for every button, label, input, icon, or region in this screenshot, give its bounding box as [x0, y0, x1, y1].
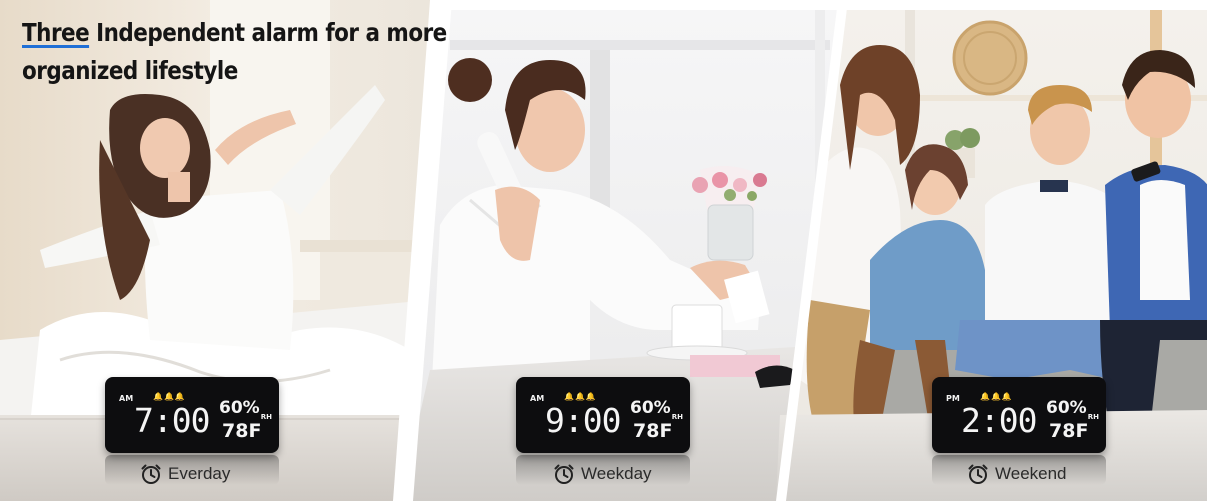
alarm-bells-icon: 🔔🔔🔔 — [980, 392, 1013, 401]
headline-line-2: organized lifestyle — [22, 56, 238, 85]
clock-time: 7:00 — [134, 401, 210, 440]
caption-everyday: Everday — [140, 461, 230, 487]
alarm-clock-icon — [968, 464, 988, 484]
clock-temperature: 78F — [222, 420, 262, 442]
alarm-clock-display-weekday: AM 🔔🔔🔔 9:00 60%RH 78F — [516, 377, 690, 453]
clock-humidity: 60%RH — [630, 398, 683, 421]
caption-weekday: Weekday — [553, 461, 652, 487]
clock-period: PM — [946, 394, 960, 403]
alarm-clock-icon — [554, 464, 574, 484]
clock-temperature: 78F — [633, 420, 673, 442]
alarm-bells-icon: 🔔🔔🔔 — [564, 392, 597, 401]
clock-temperature: 78F — [1049, 420, 1089, 442]
clock-time: 2:00 — [961, 401, 1037, 440]
clock-humidity: 60%RH — [219, 398, 272, 421]
clock-humidity: 60%RH — [1046, 398, 1099, 421]
caption-weekend: Weekend — [967, 461, 1067, 487]
alarm-bells-icon: 🔔🔔🔔 — [153, 392, 186, 401]
clock-time: 9:00 — [545, 401, 621, 440]
caption-label: Weekend — [995, 464, 1067, 483]
clock-period: AM — [530, 394, 545, 403]
product-banner: Three Independent alarm for a more organ… — [0, 0, 1211, 501]
headline-line-1-rest: Independent alarm for a more — [96, 18, 447, 47]
caption-label: Everday — [168, 464, 231, 483]
headline: Three Independent alarm for a more organ… — [22, 14, 447, 90]
caption-label: Weekday — [581, 464, 652, 483]
headline-line-1: Three Independent alarm for a more — [22, 14, 447, 52]
alarm-clock-display-weekend: PM 🔔🔔🔔 2:00 60%RH 78F — [932, 377, 1106, 453]
clock-period: AM — [119, 394, 134, 403]
alarm-clock-display-everyday: AM 🔔🔔🔔 7:00 60%RH 78F — [105, 377, 279, 453]
alarm-clock-icon — [141, 464, 161, 484]
headline-accent-word: Three — [22, 18, 90, 47]
